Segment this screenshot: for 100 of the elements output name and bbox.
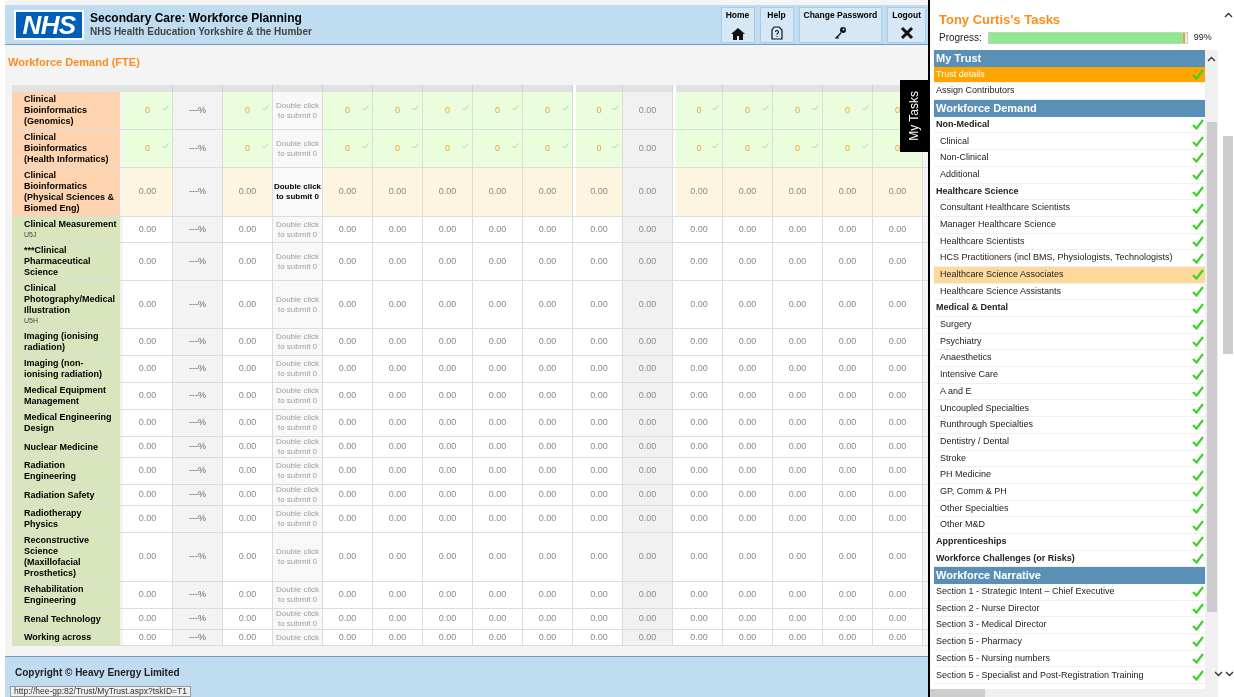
check-icon xyxy=(412,105,419,111)
table-cell: 0.00 xyxy=(223,243,273,280)
table-cell: 0.00 xyxy=(673,437,723,457)
home-icon xyxy=(730,27,745,40)
table-cell: 0.00 xyxy=(473,410,523,436)
table-cell: 0.00 xyxy=(223,609,273,629)
table-cell: 0.00 xyxy=(773,217,823,242)
row-title: Reconstructive Science (Maxillofacial Prosthetics) xyxy=(24,535,91,579)
check-icon xyxy=(1192,69,1204,81)
task-item[interactable]: HCS Practitioners (incl BMS, Physiologists, Technologists) xyxy=(934,250,1205,267)
table-cell: 0.00 xyxy=(323,410,373,436)
table-cell: 0.00 xyxy=(473,383,523,409)
cell-value: 0 xyxy=(845,141,850,155)
table-cell: 0.00 xyxy=(773,437,823,457)
row-title: Clinical Bioinformatics (Physical Sciences & Biomed Eng) xyxy=(24,170,116,214)
table-cell: 0.00 xyxy=(123,458,173,484)
row-title: Medical Equipment Management xyxy=(24,385,107,407)
row-title: Radiation Safety xyxy=(24,489,96,501)
scroll-thumb[interactable] xyxy=(1206,122,1217,612)
table-cell: 0.00 xyxy=(223,383,273,409)
table-cell: 0.00 xyxy=(473,168,523,216)
task-item[interactable]: Consultant Healthcare Scientists xyxy=(934,200,1205,217)
table-cell: 0.00 xyxy=(223,533,273,581)
task-item[interactable]: Anaesthetics xyxy=(934,350,1205,368)
table-cell: 0.00 xyxy=(123,168,173,216)
table-cell: 0.00 xyxy=(323,437,373,457)
task-item[interactable]: Other M&D xyxy=(934,517,1205,534)
table-cell: 0.00 xyxy=(473,506,523,532)
table-cell: 0.00 xyxy=(223,329,273,355)
task-item[interactable]: Section 5 - Specialist and Post-Registration Training xyxy=(934,667,1205,685)
table-cell: 0.00 xyxy=(723,281,773,328)
task-item[interactable]: Intensive Care xyxy=(934,367,1205,384)
table-cell: 0.00 xyxy=(823,458,873,484)
check-icon xyxy=(1192,402,1204,414)
table-cell: 0.00 xyxy=(373,609,423,629)
task-item[interactable]: Medical & Dental xyxy=(934,300,1205,317)
table-cell: 0.00 xyxy=(723,329,773,355)
task-item[interactable]: Section 5 - Pharmacy xyxy=(934,634,1205,651)
table-cell: 0.00 xyxy=(673,458,723,484)
check-icon xyxy=(1192,619,1204,631)
table-cell: 0.00 xyxy=(773,582,823,608)
table-cell: 0.00 xyxy=(423,168,473,216)
table-cell: 0.00 xyxy=(573,437,623,457)
task-item[interactable]: Runthrough Specialties xyxy=(934,417,1205,434)
table-cell: 0.00 xyxy=(723,410,773,436)
task-item[interactable]: Section 1 - Strategic Intent – Chief Executive xyxy=(934,584,1205,601)
table-cell: 0.00 xyxy=(523,281,573,328)
nav-button[interactable]: Help xyxy=(759,6,794,43)
check-icon xyxy=(1192,502,1204,514)
check-icon xyxy=(162,105,169,111)
check-icon xyxy=(1192,419,1204,431)
check-icon xyxy=(862,105,869,111)
table-cell: 0.00 xyxy=(373,533,423,581)
table-cell: 0.00 xyxy=(723,383,773,409)
row-title: Working across xyxy=(24,632,93,643)
table-cell: 0.00 xyxy=(423,410,473,436)
check-icon xyxy=(1192,386,1204,398)
check-icon xyxy=(1192,252,1204,264)
task-item[interactable]: Section 3 - Medical Director xyxy=(934,617,1205,635)
task-item[interactable]: Assign Contributors xyxy=(934,83,1205,101)
table-cell: 0.00 xyxy=(323,458,373,484)
table-cell: 0.00 xyxy=(673,168,723,216)
cell-value: 0 xyxy=(795,103,800,117)
cell-value: 0 xyxy=(395,141,400,155)
task-item[interactable]: Uncoupled Specialties xyxy=(934,400,1205,418)
scroll-thumb[interactable] xyxy=(1223,136,1233,354)
scroll-up-icon[interactable] xyxy=(1207,56,1216,62)
table-cell: 0.00 xyxy=(573,630,623,645)
table-cell: 0.00 xyxy=(873,410,923,436)
table-cell: 0.00 xyxy=(723,243,773,280)
submit-cell[interactable]: Double click to submit 0 xyxy=(273,168,323,216)
task-item[interactable]: Non-Clinical xyxy=(934,150,1205,167)
help-icon xyxy=(770,25,783,40)
table-cell: 0.00 xyxy=(423,437,473,457)
nav-button[interactable]: Logout xyxy=(887,6,926,43)
my-tasks-tab[interactable]: My Tasks xyxy=(900,80,928,152)
nav-button[interactable]: Change Password xyxy=(798,6,883,43)
task-item[interactable]: Surgery xyxy=(934,317,1205,334)
check-icon xyxy=(1192,152,1204,164)
table-cell: 0.00 xyxy=(573,410,623,436)
scroll-up-icon[interactable] xyxy=(1223,12,1233,18)
cell-value: 0 xyxy=(895,141,900,155)
cell-value: 0 xyxy=(895,103,900,117)
check-icon xyxy=(862,143,869,149)
scroll-thumb[interactable] xyxy=(930,689,985,697)
table-cell: 0.00 xyxy=(323,533,373,581)
task-item[interactable]: Clinical xyxy=(934,133,1205,151)
table-cell: 0.00 xyxy=(873,533,923,581)
task-item[interactable]: PH Medicine xyxy=(934,467,1205,484)
table-cell: 0.00 xyxy=(373,582,423,608)
table-cell: 0.00 xyxy=(123,383,173,409)
table-cell: 0.00 xyxy=(523,410,573,436)
table-cell: 0.00 xyxy=(223,506,273,532)
table-cell: 0.00 xyxy=(873,609,923,629)
logo: NHS xyxy=(14,9,84,40)
table-cell: 0.00 xyxy=(423,356,473,382)
nav-button[interactable]: Home xyxy=(720,6,755,43)
table-cell: 0.00 xyxy=(473,630,523,645)
scroll-down-icon[interactable] xyxy=(1214,671,1234,677)
row-title: Radiation Engineering xyxy=(24,460,77,482)
